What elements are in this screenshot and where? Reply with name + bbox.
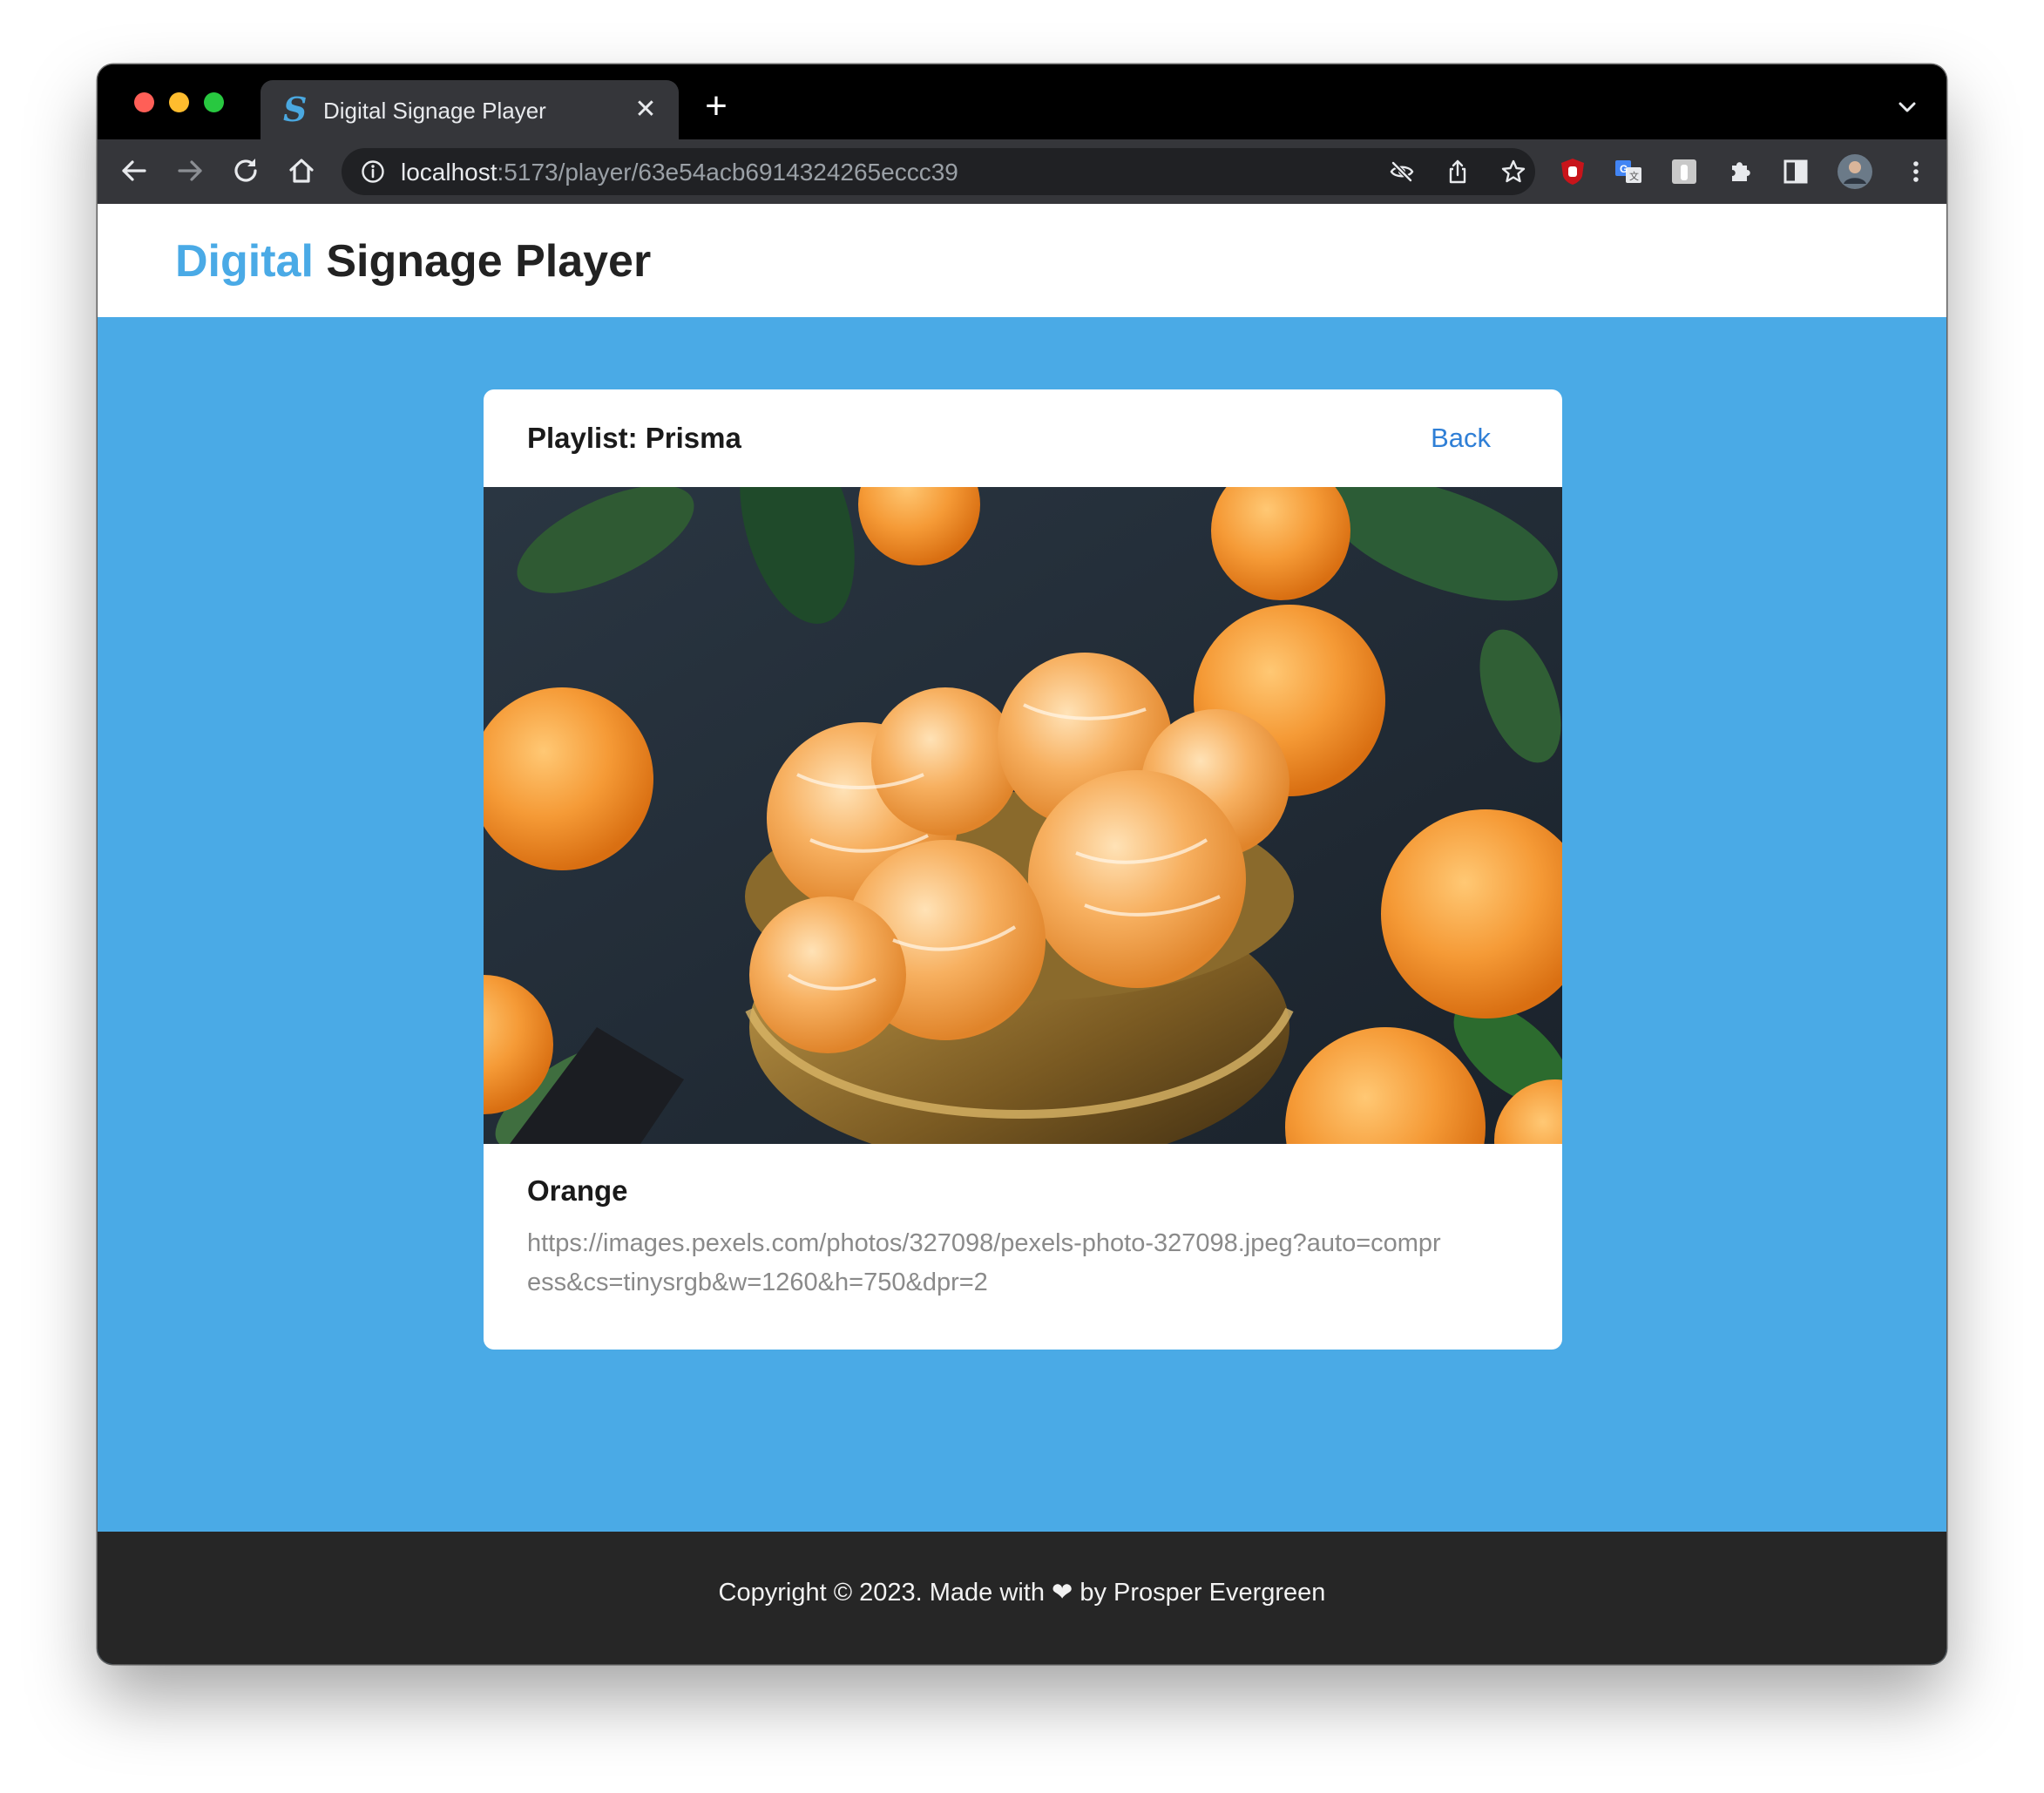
brand-rest: Signage Player xyxy=(313,236,652,287)
kebab-menu-icon[interactable] xyxy=(1901,157,1931,186)
favicon-icon: S xyxy=(283,90,308,129)
maximize-window-button[interactable] xyxy=(204,92,224,112)
item-url: https://images.pexels.com/photos/327098/… xyxy=(527,1229,1441,1296)
site-header: Digital Signage Player xyxy=(98,204,1946,317)
close-window-button[interactable] xyxy=(134,92,154,112)
address-bar[interactable]: localhost:5173/player/63e54acb6914324265… xyxy=(342,148,1535,195)
svg-text:文: 文 xyxy=(1629,170,1639,182)
site-brand[interactable]: Digital Signage Player xyxy=(175,235,651,288)
gray-extension-icon[interactable] xyxy=(1669,157,1699,186)
translate-extension-icon[interactable]: G 文 xyxy=(1614,157,1643,186)
reload-icon[interactable] xyxy=(228,153,263,188)
footer-text: Copyright © 2023. Made with ❤ by Prosper… xyxy=(718,1579,1326,1607)
chevron-down-icon[interactable] xyxy=(1894,94,1920,120)
forward-icon[interactable] xyxy=(173,153,207,188)
url-path: :5173/player/63e54acb6914324265eccc39 xyxy=(497,159,958,186)
side-panel-icon[interactable] xyxy=(1781,157,1810,186)
tab-close-icon[interactable]: ✕ xyxy=(630,94,661,125)
player-card: Playlist: Prisma Back Orange https://ima… xyxy=(484,389,1562,1350)
minimize-window-button[interactable] xyxy=(169,92,189,112)
star-icon[interactable] xyxy=(1500,159,1526,185)
browser-window: S Digital Signage Player ✕ + localhost:5… xyxy=(98,64,1946,1664)
back-link[interactable]: Back xyxy=(1431,421,1491,456)
eye-off-icon[interactable] xyxy=(1389,159,1415,185)
profile-avatar[interactable] xyxy=(1837,153,1873,190)
site-info-icon[interactable] xyxy=(361,159,385,184)
tab-strip: S Digital Signage Player ✕ + xyxy=(98,64,1946,139)
share-icon[interactable] xyxy=(1445,159,1471,185)
ublock-extension-icon[interactable] xyxy=(1558,157,1587,186)
url-text: localhost:5173/player/63e54acb6914324265… xyxy=(401,159,958,186)
active-tab[interactable]: S Digital Signage Player ✕ xyxy=(261,80,679,139)
home-icon[interactable] xyxy=(284,153,319,188)
puzzle-icon[interactable] xyxy=(1725,157,1755,186)
url-host: localhost xyxy=(401,159,497,186)
new-tab-button[interactable]: + xyxy=(699,87,734,125)
item-title: Orange xyxy=(527,1174,628,1207)
site-footer: Copyright © 2023. Made with ❤ by Prosper… xyxy=(98,1532,1946,1664)
playlist-item-image xyxy=(484,487,1562,1144)
card-header: Playlist: Prisma Back xyxy=(484,389,1562,487)
back-icon[interactable] xyxy=(117,153,152,188)
browser-toolbar: localhost:5173/player/63e54acb6914324265… xyxy=(98,139,1946,204)
playlist-title: Playlist: Prisma xyxy=(527,422,741,454)
brand-accent: Digital xyxy=(175,236,314,287)
tab-title: Digital Signage Player xyxy=(323,98,546,124)
svg-text:G: G xyxy=(1620,163,1628,175)
page-content: Digital Signage Player Playlist: Prisma … xyxy=(98,204,1946,1664)
